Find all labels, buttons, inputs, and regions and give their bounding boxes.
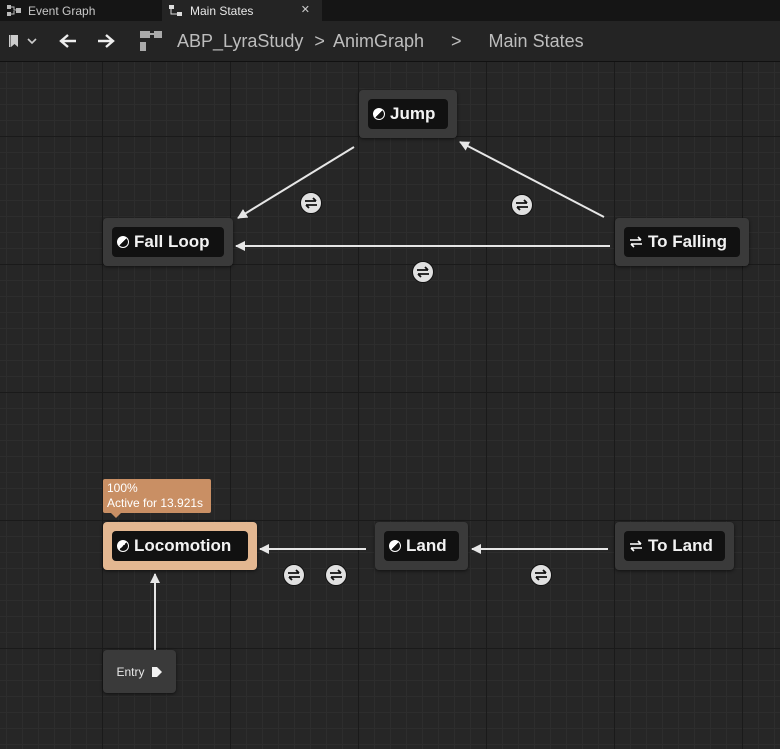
active-weight: 100%	[107, 481, 138, 495]
conduit-icon	[630, 236, 642, 248]
event-graph-icon	[7, 4, 21, 16]
conduit-label: To Falling	[648, 232, 728, 251]
tab-bar: Event Graph Main States ✕	[0, 0, 780, 21]
transition-rule-icon[interactable]	[325, 564, 347, 586]
state-icon	[373, 108, 385, 120]
entry-label: Entry	[116, 664, 145, 679]
close-tab-icon[interactable]: ✕	[301, 3, 310, 16]
chevron-down-icon	[27, 38, 37, 45]
tab-label: Main States	[190, 3, 254, 18]
tab-label: Event Graph	[28, 3, 96, 18]
state-label: Locomotion	[134, 536, 232, 555]
breadcrumb-item[interactable]: Main States	[489, 31, 584, 51]
forward-arrow-icon[interactable]	[96, 33, 116, 49]
transition-rule-icon[interactable]	[412, 261, 434, 283]
breadcrumb-item[interactable]: AnimGraph	[333, 31, 424, 51]
state-icon	[389, 540, 401, 552]
wire-jump-to-fall-loop	[237, 146, 355, 219]
active-state-tooltip: 100% Active for 13.921s	[103, 479, 211, 518]
back-arrow-icon[interactable]	[58, 33, 78, 49]
transition-rule-icon[interactable]	[300, 192, 322, 214]
state-node-fall-loop[interactable]: Fall Loop	[103, 218, 233, 266]
conduit-node-to-land[interactable]: To Land	[615, 522, 734, 570]
conduit-label: To Land	[648, 536, 713, 555]
state-label: Land	[406, 536, 447, 555]
state-node-body: Fall Loop	[112, 227, 224, 257]
transition-rule-icon[interactable]	[511, 194, 533, 216]
transition-wires	[150, 141, 610, 650]
tab-event-graph[interactable]: Event Graph	[0, 0, 160, 21]
graph-hierarchy-icon	[140, 31, 162, 51]
breadcrumb-separator: >	[451, 31, 462, 51]
bookmark-icon	[9, 35, 18, 47]
state-icon	[117, 540, 129, 552]
state-label: Fall Loop	[134, 232, 210, 251]
active-duration: Active for 13.921s	[107, 496, 204, 510]
state-machine-graph[interactable]: Jump Fall Loop To Falling 100% Active fo…	[0, 62, 780, 749]
graph-toolbar: ABP_LyraStudy > AnimGraph > Main States	[0, 21, 780, 62]
conduit-icon	[630, 540, 642, 552]
conduit-node-body: To Land	[624, 531, 725, 561]
state-icon	[117, 236, 129, 248]
breadcrumb-item[interactable]: ABP_LyraStudy	[177, 31, 303, 51]
conduit-node-body: To Falling	[624, 227, 740, 257]
transition-rule-icon[interactable]	[283, 564, 305, 586]
state-node-locomotion[interactable]: Locomotion	[103, 522, 257, 570]
conduit-node-to-falling[interactable]: To Falling	[615, 218, 749, 266]
state-label: Jump	[390, 104, 436, 123]
state-node-body: Locomotion	[112, 531, 248, 561]
breadcrumb: ABP_LyraStudy > AnimGraph > Main States	[177, 31, 584, 52]
state-node-body: Land	[384, 531, 459, 561]
breadcrumb-separator: >	[314, 31, 325, 51]
state-node-jump[interactable]: Jump	[359, 90, 457, 138]
bookmark-menu-button[interactable]	[6, 31, 40, 51]
exec-pin-icon	[151, 666, 162, 677]
tab-main-states[interactable]: Main States ✕	[162, 0, 322, 21]
entry-node[interactable]: Entry	[103, 650, 176, 693]
state-machine-icon	[169, 4, 182, 16]
state-node-body: Jump	[368, 99, 448, 129]
transition-rule-icon[interactable]	[530, 564, 552, 586]
state-node-land[interactable]: Land	[375, 522, 468, 570]
